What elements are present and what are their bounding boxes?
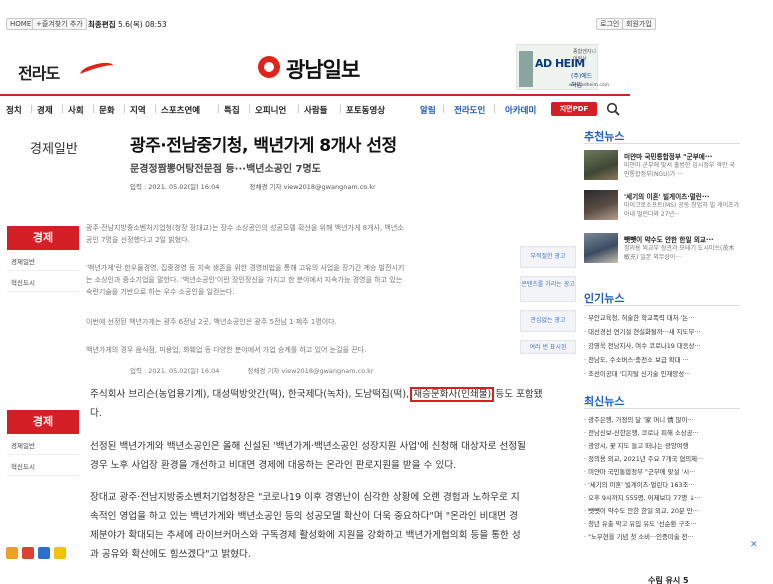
body-paragraph-1: 주식회사 브리슨(농업용기계), 대성떡방앗간(떡), 한국제다(녹차), 도남…: [90, 387, 543, 419]
category-title: 경제일반: [30, 142, 78, 157]
header-ad-banner[interactable]: 종합엔지니어링사 AD HEIM (주)에드하임 www.adheim.com: [516, 44, 609, 90]
latest-item[interactable]: · 오후 9시까지 555명, 어제보다 77명 ↓···: [584, 493, 740, 502]
ad-feedback-inappropriate[interactable]: 부적절한 광고: [520, 246, 576, 268]
ad-feedback-covering[interactable]: 콘텐츠를 가리는 광고: [520, 276, 576, 302]
pdf-button[interactable]: 지면PDF: [551, 102, 597, 116]
nav-sports[interactable]: 스포츠연예: [161, 104, 200, 116]
recommended-item[interactable]: '세기의 이혼' 빌게이츠·멀린··· 마이크로소프트(MS) 공동 창업자 빌…: [584, 190, 740, 220]
ghost-paragraph: 광주·전남지방중소벤처기업청(청장 장대교)는 장수 소상공인의 성공모델 확산…: [86, 224, 404, 244]
popular-item[interactable]: · 무안교육청, 허술한 학교폭력 대처 '논···: [584, 313, 740, 322]
app-icon[interactable]: [22, 547, 34, 559]
ghost-paragraph: 백년가게의 경우 음식점, 미용업, 화훼업 등 다양한 분야에서 가업 승계를…: [86, 346, 367, 354]
popular-item[interactable]: · 강영욱 전남지사, 여수 코로나19 대응상···: [584, 341, 740, 350]
ghost-paragraph: '백년가게'란 한우물경영, 집중경영 등 지속 생존을 위한 경영비법을 통해…: [86, 264, 405, 296]
article-meta: 입력 : 2021. 05.02(일) 16:04 정채경 기자 view201…: [130, 181, 376, 191]
latest-item[interactable]: · 미얀마 국민통합정부 "군부에 맞설 '시···: [584, 467, 740, 476]
app-icon[interactable]: [6, 547, 18, 559]
news-thumbnail: [584, 233, 618, 263]
nav-special[interactable]: 특집: [224, 104, 240, 116]
nav-society[interactable]: 사회: [68, 104, 84, 116]
body-paragraph-2: 선정된 백년가게와 백년소공인은 올해 신설된 '백년가게·백년소공인 성장지원…: [90, 441, 527, 471]
top-utility-bar: HOME +즐겨찾기 추가 최종편집 5.6(목) 08:53 로그인 회원가입: [0, 14, 773, 32]
recommended-title[interactable]: 추천뉴스: [584, 128, 624, 144]
main-nav: 정치 경제 사회 문화 지역 스포츠연예 특집 오피니언 사람들 포토동영상 알…: [0, 94, 630, 120]
nav-culture[interactable]: 문화: [99, 104, 115, 116]
ad-feedback-not-interested[interactable]: 관심없는 광고: [520, 310, 576, 332]
nav-academy[interactable]: 아카데미: [505, 104, 536, 116]
body-paragraph-3: 장대교 광주·전남지방중소벤처기업청장은 "코로나19 이후 경영난이 심각한 …: [90, 492, 521, 560]
recommended-item[interactable]: 미얀마 국민통합정부 "군부에··· 미얀마 군부에 맞서 출범한 임시정부 격…: [584, 150, 740, 180]
swoosh-icon: [78, 59, 116, 81]
nav-region[interactable]: 지역: [130, 104, 146, 116]
section-link[interactable]: 경제일반: [7, 256, 79, 271]
news-thumbnail: [584, 190, 618, 220]
nav-people[interactable]: 사람들: [304, 104, 327, 116]
recommended-item[interactable]: 뺏뺏이 약수도 안한 한일 외교··· 정의용 외교부 장관과 모테기 도시미쓰…: [584, 233, 740, 263]
latest-item[interactable]: · 광양시, 꽃 지도 들고 떠나는 광양여행: [584, 441, 740, 450]
latest-item[interactable]: · '세기의 이혼' 빌게이츠·멀린다 163조···: [584, 480, 740, 489]
nav-opinion[interactable]: 오피니언: [255, 104, 286, 116]
building-icon: [519, 51, 533, 87]
section-link[interactable]: 경제일반: [7, 440, 79, 455]
section-link[interactable]: 혁신도시: [7, 277, 79, 292]
latest-item[interactable]: · 뺏뺏이 약수도 안한 한일 외교, 20분 만···: [584, 506, 740, 515]
latest-item[interactable]: · 전남신보-신한은행, 코로나 피해 소상공···: [584, 428, 740, 437]
popular-item[interactable]: · 조선이공대 '디지털 신기술 인재양성···: [584, 369, 740, 378]
section-box: 경제 경제일반 혁신도시: [7, 226, 79, 292]
ad-feedback-repeated[interactable]: 여러 번 표시된: [520, 340, 576, 354]
gwangnam-logo[interactable]: 광남일보: [258, 52, 378, 84]
latest-item[interactable]: · 광주은행, 가정의 달 '家 머니 情 많이···: [584, 415, 740, 424]
article-subhead: 문경정짬뽕어탕전문점 등···백년소공인 7명도: [130, 164, 321, 175]
bottom-section-title: 수림 유시 5: [648, 576, 689, 584]
highlighted-company: 재승문화사(인쇄물): [410, 387, 495, 402]
section-link[interactable]: 혁신도시: [7, 461, 79, 476]
latest-title[interactable]: 최신뉴스: [584, 393, 624, 409]
app-icon[interactable]: [54, 547, 66, 559]
ghost-paragraph: 이번에 선정된 백년가게는 광주 6전남 2곳, 백년소공인은 광주 5전남 1…: [86, 318, 337, 326]
ghost-meta: 입력 : 2021. 05.02(일) 16:04 정채경 기자 view2018…: [130, 367, 374, 375]
nav-notice[interactable]: 알림: [420, 104, 436, 116]
home-link[interactable]: HOME: [6, 18, 36, 30]
popular-title[interactable]: 인기뉴스: [584, 290, 624, 306]
search-icon[interactable]: [606, 102, 620, 116]
latest-item[interactable]: · "노무현을 기념 첫 소비···인증미술 전···: [584, 532, 740, 541]
last-updated: 최종편집 5.6(목) 08:53: [88, 20, 167, 29]
nav-photo-video[interactable]: 포토동영상: [346, 104, 385, 116]
app-icon[interactable]: [38, 547, 50, 559]
latest-item[interactable]: · 정의용 외교, 2021년 주요 7개국 협의제···: [584, 454, 740, 463]
section-head[interactable]: 경제: [7, 410, 79, 434]
logo-emblem-icon: [258, 56, 280, 78]
nav-economy[interactable]: 경제: [37, 104, 53, 116]
taskbar: [6, 547, 70, 561]
join-link[interactable]: 회원가입: [622, 18, 656, 30]
jeollado-logo[interactable]: 전라도: [18, 59, 116, 84]
latest-item[interactable]: · 청년 유출 막고 유입 유도 '선순환 구조···: [584, 519, 740, 528]
bookmark-link[interactable]: +즐겨찾기 추가: [32, 18, 87, 30]
nav-jeollado-people[interactable]: 전라도인: [454, 104, 485, 116]
ad-close-icon[interactable]: ✕: [750, 540, 758, 550]
login-link[interactable]: 로그인: [596, 18, 624, 30]
article-headline: 광주·전남중기청, 백년가게 8개사 선정: [130, 136, 397, 156]
news-thumbnail: [584, 150, 618, 180]
section-box: 경제 경제일반 혁신도시: [7, 410, 79, 476]
nav-politics[interactable]: 정치: [6, 104, 22, 116]
article-date: 입력 : 2021. 05.02(일) 16:04: [130, 183, 220, 191]
section-head[interactable]: 경제: [7, 226, 79, 250]
popular-item[interactable]: · 전남도, 수소버스·충전소 보급 확대 ···: [584, 355, 740, 364]
article-reporter: 정채경 기자 view2018@gwangnam.co.kr: [249, 183, 376, 191]
popular-item[interactable]: · 대선경선 연기설 현실화될까···새 지도부···: [584, 327, 740, 336]
